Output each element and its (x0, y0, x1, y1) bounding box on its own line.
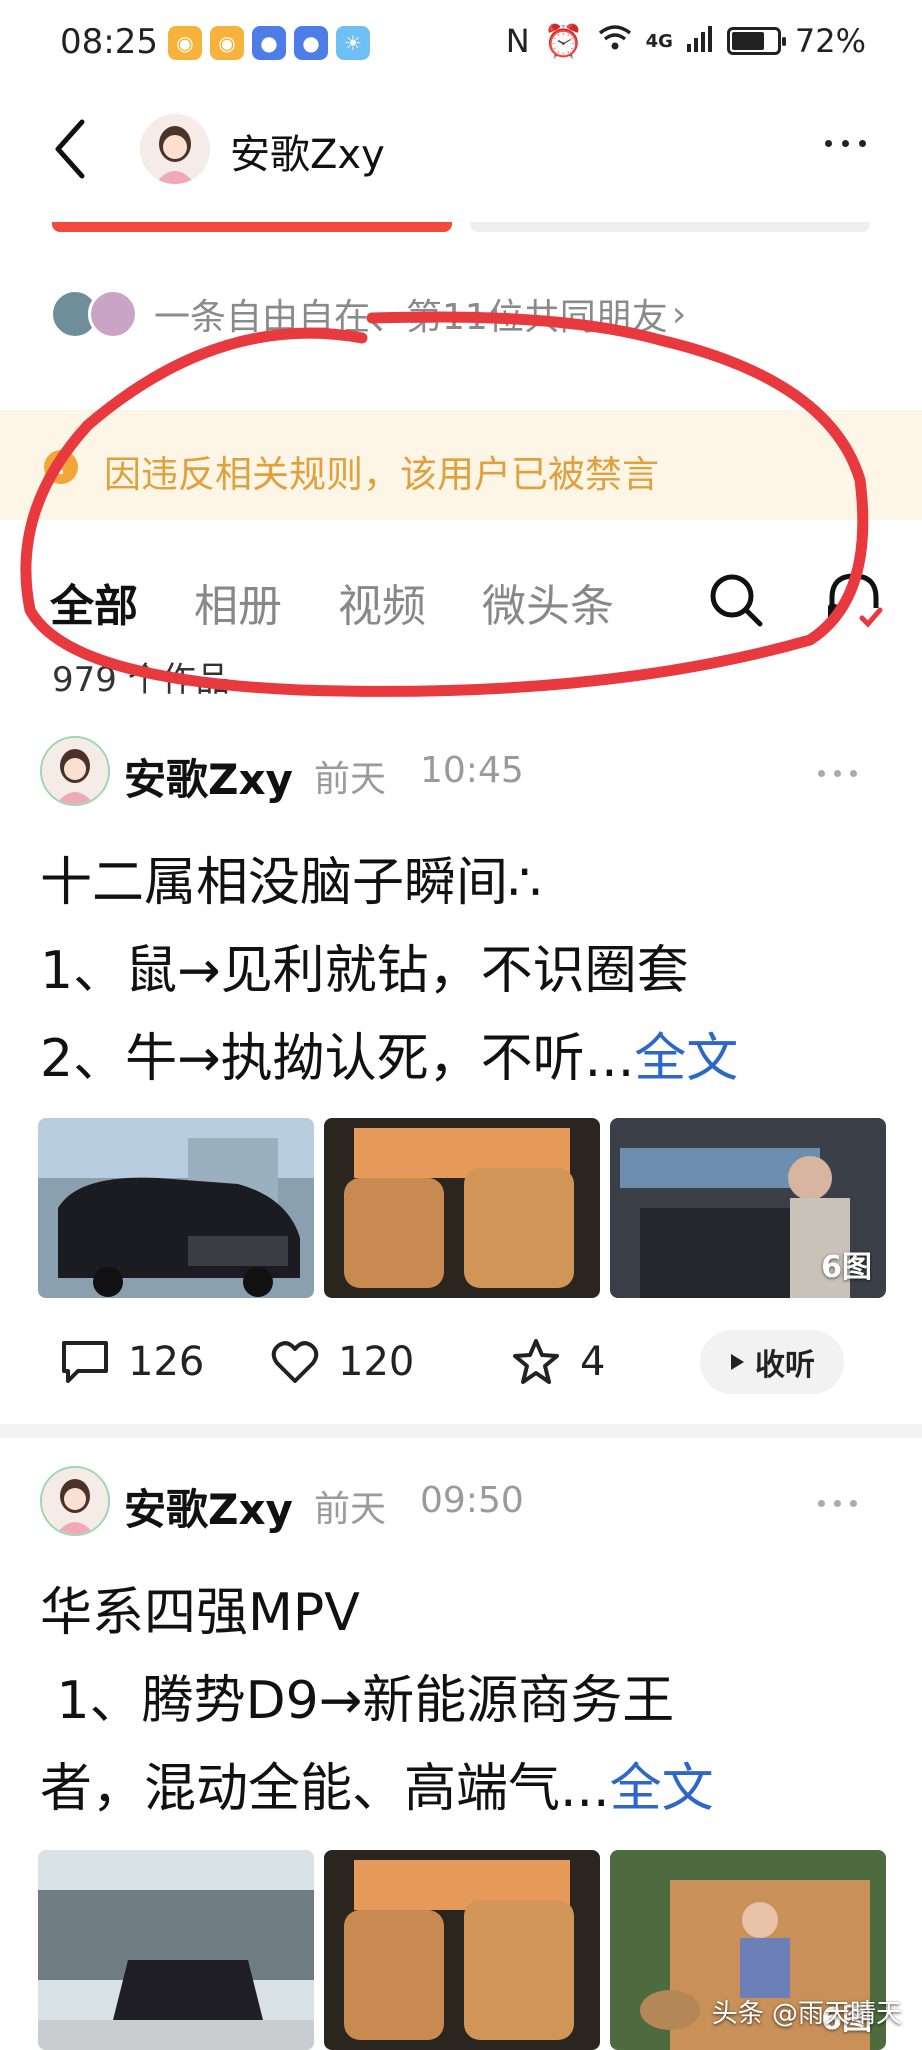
warning-icon: ! (44, 450, 78, 484)
listen-button[interactable]: 收听 (700, 1330, 844, 1394)
app-icon: ● (294, 26, 328, 60)
post-text-line[interactable]: 1、鼠→见利就钻，不识圈套 (40, 928, 689, 1003)
tab-album[interactable]: 相册 (194, 570, 282, 634)
post-date: 前天 (314, 1489, 387, 1530)
dot (842, 140, 849, 147)
dot (834, 1500, 841, 1507)
mpv-exterior-photo (38, 1118, 314, 1298)
ban-notice-text: 因违反相关规则，该用户已被禁言 (104, 453, 659, 496)
battery-icon (726, 27, 786, 55)
content-tabs: 全部 相册 视频 微头条 (50, 570, 614, 634)
weibo-icon: ◉ (168, 26, 202, 60)
post-image[interactable] (324, 1118, 600, 1298)
back-arrow-icon (55, 119, 85, 179)
image-count-badge: 6图 (821, 1250, 872, 1285)
like-button[interactable]: 120 (270, 1339, 510, 1385)
comment-button[interactable]: 126 (60, 1339, 270, 1385)
post-more-button[interactable] (818, 1500, 857, 1507)
comment-count: 126 (128, 1339, 205, 1385)
post-text-line-last[interactable]: 者，混动全能、高端气...全文 (40, 1746, 714, 1821)
dot (850, 770, 857, 777)
mpv-exterior-photo (38, 1850, 314, 2050)
nfc-icon: N (505, 22, 530, 60)
tab-all[interactable]: 全部 (50, 570, 138, 634)
post-date: 前天 (314, 759, 387, 800)
favorite-count: 4 (580, 1339, 606, 1385)
listen-label: 收听 (755, 1348, 815, 1383)
network-type: 4G (645, 30, 673, 52)
post-more-button[interactable] (818, 770, 857, 777)
dot (825, 140, 832, 147)
post-image[interactable] (324, 1850, 600, 2050)
post-author-name[interactable]: 安歌Zxy (124, 1476, 293, 1537)
status-time: 08:25 (60, 22, 158, 62)
read-more-link[interactable]: 全文 (634, 1029, 738, 1089)
search-button[interactable] (706, 570, 766, 630)
follow-button-edge[interactable] (52, 222, 452, 232)
dot (818, 770, 825, 777)
battery-percent: 72% (794, 22, 866, 60)
post-author-name[interactable]: 安歌Zxy (124, 746, 293, 807)
weibo-icon: ◉ (210, 26, 244, 60)
heart-icon (271, 1341, 319, 1383)
friend-avatar (88, 289, 138, 339)
headphone-icon (828, 573, 883, 628)
page-title: 安歌Zxy (230, 132, 385, 178)
works-count: 979 个作品 (52, 660, 230, 700)
post-text: 2、牛→执拗认死，不听... (40, 1029, 635, 1089)
avatar-illustration (140, 114, 210, 184)
post-time: 10:45 (420, 750, 524, 791)
tab-micro-post[interactable]: 微头条 (482, 570, 614, 634)
post-image[interactable] (38, 1118, 314, 1298)
app-icon: ● (252, 26, 286, 60)
post-text-line[interactable]: 1、腾势D9→新能源商务王 (40, 1658, 675, 1733)
like-count: 120 (338, 1339, 415, 1385)
avatar-illustration (42, 738, 108, 804)
post-divider (0, 1424, 922, 1438)
alarm-icon: ⏰ (543, 22, 584, 60)
battery-fill (731, 32, 764, 50)
post-text-line[interactable]: 华系四强MPV (40, 1570, 360, 1645)
post-text-line-last[interactable]: 2、牛→执拗认死，不听...全文 (40, 1016, 738, 1091)
post-author-avatar[interactable] (40, 1466, 110, 1536)
profile-avatar[interactable] (140, 114, 210, 184)
more-options-button[interactable] (825, 140, 866, 147)
post-text: 者，混动全能、高端气... (40, 1759, 610, 1819)
post-image[interactable] (38, 1850, 314, 2050)
tab-video[interactable]: 视频 (338, 570, 426, 634)
back-button[interactable] (50, 116, 90, 182)
dot (834, 770, 841, 777)
post-text-line[interactable]: 十二属相没脑子瞬间∴ (40, 840, 541, 915)
post-author-avatar[interactable] (40, 736, 110, 806)
watermark: 头条 @雨天晴天 (711, 1999, 902, 2029)
star-icon (513, 1339, 559, 1384)
avatar-illustration (42, 1468, 108, 1534)
listen-mode-button[interactable] (822, 568, 886, 632)
chevron-right-icon: › (671, 293, 687, 335)
mpv-interior-photo (324, 1850, 600, 2050)
dot (850, 1500, 857, 1507)
favorite-button[interactable]: 4 (510, 1337, 700, 1387)
status-app-icons: ◉ ◉ ● ● ☀ (168, 26, 370, 60)
signal-icon (686, 22, 713, 60)
status-right: N ⏰ 4G 72% (506, 22, 866, 60)
post-time: 09:50 (420, 1480, 524, 1521)
dot (859, 140, 866, 147)
comment-icon (62, 1341, 108, 1383)
post-actions: 126 120 4 收听 (60, 1330, 866, 1394)
search-icon (710, 574, 763, 627)
weather-icon: ☀ (336, 26, 370, 60)
post-image[interactable]: 6图 (610, 1118, 886, 1298)
wifi-icon (598, 22, 632, 60)
mutual-friends[interactable]: 一条自由自在、第11位共同朋友 › (50, 288, 686, 340)
mutual-friends-text: 一条自由自在、第11位共同朋友 (154, 297, 668, 338)
dot (818, 1500, 825, 1507)
read-more-link[interactable]: 全文 (610, 1759, 714, 1819)
message-button-edge[interactable] (470, 222, 870, 232)
play-icon (731, 1354, 744, 1370)
mpv-interior-photo (324, 1118, 600, 1298)
